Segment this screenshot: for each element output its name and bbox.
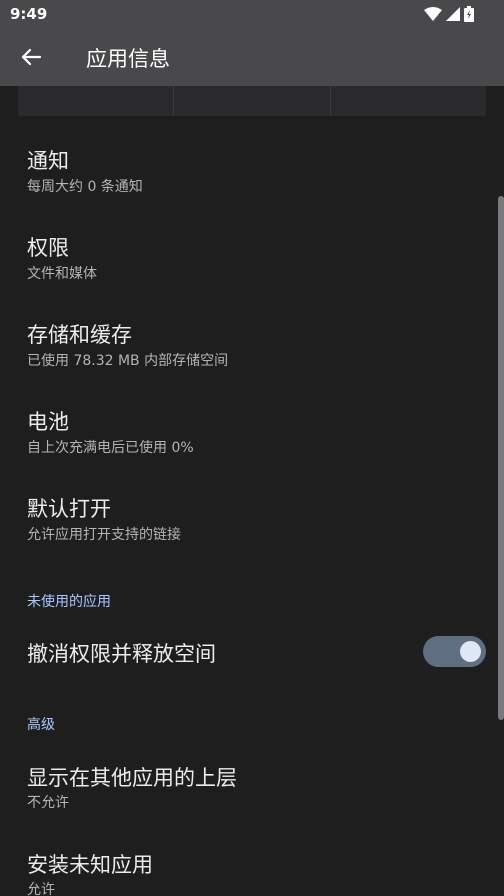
setting-install-unknown-apps[interactable]: 安装未知应用 允许 [0,832,500,896]
setting-subtitle: 不允许 [27,795,69,811]
battery-charging-icon [464,6,474,22]
setting-title: 通知 [27,149,69,173]
setting-permissions[interactable]: 权限 文件和媒体 [0,218,500,306]
arrow-left-icon [21,48,41,66]
setting-battery[interactable]: 电池 自上次充满电后已使用 0% [0,393,500,481]
setting-subtitle: 自上次充满电后已使用 0% [27,440,194,456]
setting-revoke-permissions[interactable]: 撤消权限并释放空间 [0,616,500,688]
setting-open-by-default[interactable]: 默认打开 允许应用打开支持的链接 [0,481,500,569]
setting-title: 电池 [27,410,69,434]
status-bar: 9:49 [0,0,504,28]
page-title: 应用信息 [86,47,170,71]
setting-storage[interactable]: 存储和缓存 已使用 78.32 MB 内部存储空间 [0,306,500,393]
setting-subtitle: 已使用 78.32 MB 内部存储空间 [27,353,229,369]
setting-subtitle: 允许应用打开支持的链接 [27,527,181,543]
revoke-permissions-toggle[interactable] [423,636,486,667]
setting-title: 安装未知应用 [27,853,153,877]
section-header-advanced: 高级 [27,717,55,733]
toggle-knob [460,641,481,662]
setting-subtitle: 允许 [27,882,55,896]
app-bar: 应用信息 [0,28,504,86]
back-button[interactable] [16,42,46,72]
status-icons [424,5,474,23]
setting-subtitle: 文件和媒体 [27,266,97,282]
action-button-middle[interactable] [174,86,331,116]
setting-title: 存储和缓存 [27,323,132,347]
setting-display-over-other-apps[interactable]: 显示在其他应用的上层 不允许 [0,746,500,832]
setting-notifications[interactable]: 通知 每周大约 0 条通知 [0,130,500,218]
setting-title: 权限 [27,236,69,260]
scrollbar[interactable] [498,196,504,720]
settings-list[interactable]: 通知 每周大约 0 条通知 权限 文件和媒体 存储和缓存 已使用 78.32 M… [0,86,504,896]
section-header-unused-apps: 未使用的应用 [27,594,111,610]
setting-subtitle: 每周大约 0 条通知 [27,179,143,195]
setting-title: 撤消权限并释放空间 [27,642,216,666]
setting-title: 显示在其他应用的上层 [27,766,237,790]
setting-title: 默认打开 [27,497,111,521]
status-time: 9:49 [10,5,48,23]
signal-icon [446,7,460,21]
action-button-left[interactable] [18,86,175,116]
wifi-icon [424,7,442,21]
action-button-right[interactable] [330,86,486,116]
app-action-buttons [18,86,486,116]
